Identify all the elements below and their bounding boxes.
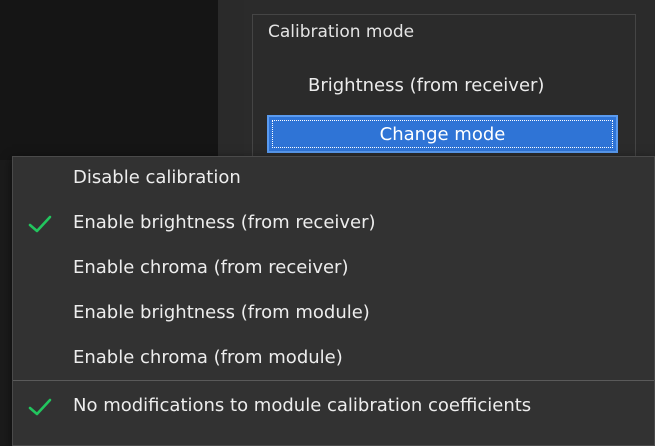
- calibration-group-title: Calibration mode: [268, 22, 415, 42]
- menu-item-label: Enable brightness (from module): [73, 302, 370, 323]
- left-pane: [0, 0, 218, 160]
- menu-item-check-slot: [27, 168, 53, 190]
- menu-item-label: Enable brightness (from receiver): [73, 212, 376, 233]
- menu-item-enable-chroma-receiver[interactable]: Enable chroma (from receiver): [13, 247, 654, 291]
- menu-item-enable-brightness-module[interactable]: Enable brightness (from module): [13, 292, 654, 336]
- current-mode-text: Brightness (from receiver): [308, 75, 545, 96]
- menu-item-enable-chroma-module[interactable]: Enable chroma (from module): [13, 337, 654, 381]
- change-mode-button[interactable]: Change mode: [267, 115, 618, 153]
- checkmark-icon: [27, 396, 53, 418]
- menu-item-label: Disable calibration: [73, 167, 241, 188]
- app-window: Calibration mode Brightness (from receiv…: [0, 0, 655, 446]
- menu-item-label: Enable chroma (from receiver): [73, 257, 349, 278]
- menu-item-check-slot: [27, 258, 53, 280]
- menu-item-check-slot: [27, 348, 53, 370]
- checkmark-icon: [27, 213, 53, 235]
- menu-item-label: Enable chroma (from module): [73, 347, 343, 368]
- pane-divider: [218, 0, 244, 160]
- menu-item-label: No modifications to module calibration c…: [73, 395, 532, 416]
- menu-item-enable-brightness-receiver[interactable]: Enable brightness (from receiver): [13, 202, 654, 246]
- menu-item-check-slot: [27, 303, 53, 325]
- calibration-mode-menu: Disable calibration Enable brightness (f…: [12, 156, 655, 446]
- menu-separator: [13, 380, 654, 381]
- menu-item-disable-calibration[interactable]: Disable calibration: [13, 157, 654, 201]
- menu-item-no-modifications[interactable]: No modifications to module calibration c…: [13, 385, 654, 429]
